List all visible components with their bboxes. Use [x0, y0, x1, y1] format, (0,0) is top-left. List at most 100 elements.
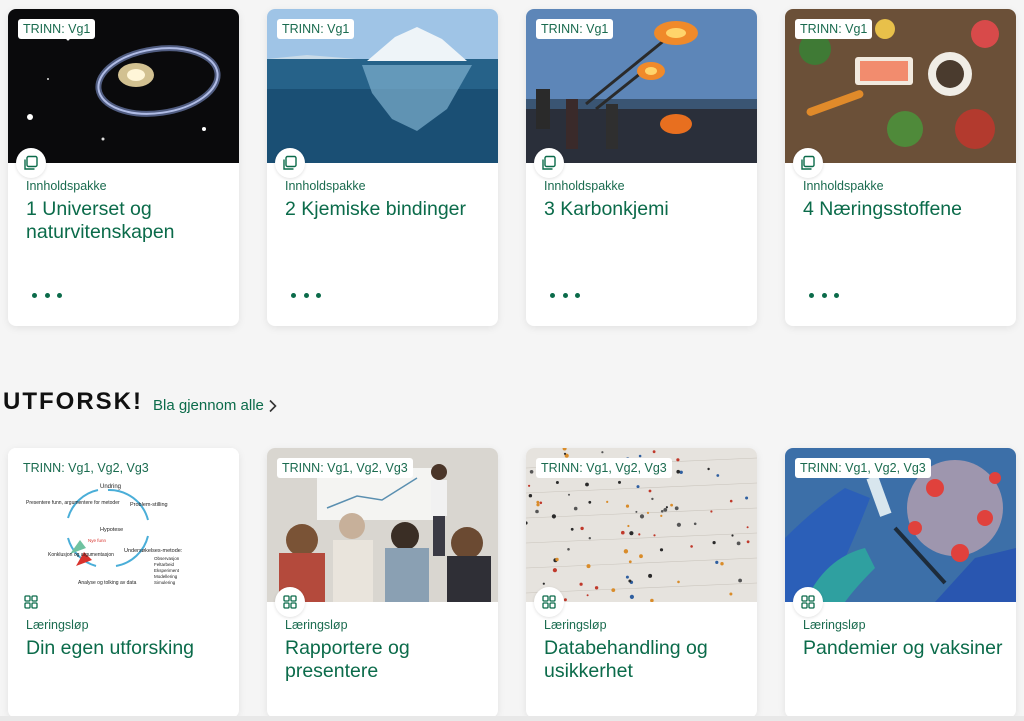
- chevron-right-icon: [269, 399, 277, 412]
- content-card-nutrients[interactable]: TRINN: Vg1 Innholdspakke 4 Næringsstoffe…: [785, 9, 1016, 326]
- card-type-label: Læringsløp: [803, 618, 866, 632]
- crowd-person-dot: [628, 560, 632, 564]
- crowd-person-dot: [536, 503, 540, 507]
- crowd-person-dot: [606, 500, 609, 503]
- diagram-bottom-right-label: Undersøkelses-metode:: [124, 548, 183, 554]
- crowd-person-dot: [648, 573, 653, 578]
- content-package-icon: [275, 148, 305, 178]
- crowd-person-dot: [736, 541, 741, 546]
- crowd-person-dot: [710, 510, 713, 513]
- crowd-person-dot: [528, 494, 533, 498]
- crowd-person-dot: [601, 451, 604, 454]
- level-tag: TRINN: Vg1, Vg2, Vg3: [18, 458, 154, 478]
- section-heading: UTFORSK!: [3, 388, 143, 415]
- learning-path-card-pandemics[interactable]: TRINN: Vg1, Vg2, Vg3 Læringsløp Pandemie…: [785, 448, 1016, 718]
- card-type-label: Læringsløp: [26, 618, 89, 632]
- diagram-arrow-label: Nye funn: [88, 538, 107, 543]
- crowd-person-dot: [677, 580, 680, 584]
- card-title[interactable]: Rapportere og presentere: [285, 637, 485, 683]
- content-package-icon: [16, 148, 46, 178]
- card-title[interactable]: Pandemier og vaksiner: [803, 637, 1003, 660]
- crowd-person-dot: [528, 484, 531, 487]
- level-tag: TRINN: Vg1, Vg2, Vg3: [536, 458, 672, 478]
- card-title[interactable]: Databehandling og usikkerhet: [544, 637, 744, 683]
- card-title[interactable]: Din egen utforsking: [26, 637, 226, 660]
- crowd-person-dot: [690, 545, 693, 548]
- content-card-chemical-bonds[interactable]: TRINN: Vg1 Innholdspakke 2 Kjemiske bind…: [267, 9, 498, 326]
- crowd-person-dot: [716, 474, 720, 477]
- card-type-label: Innholdspakke: [803, 179, 884, 193]
- content-package-icon: [793, 148, 823, 178]
- crowd-person-dot: [653, 534, 656, 537]
- crowd-person-dot: [539, 501, 543, 505]
- learning-path-icon: [534, 587, 564, 617]
- crowd-person-dot: [639, 514, 645, 519]
- crowd-person-dot: [568, 493, 570, 496]
- card-title[interactable]: 4 Næringsstoffene: [803, 198, 1003, 221]
- learning-path-card-data-handling[interactable]: TRINN: Vg1, Vg2, Vg3 Læringsløp Databeha…: [526, 448, 757, 718]
- crowd-person-dot: [555, 481, 559, 484]
- crowd-person-dot: [638, 454, 642, 458]
- crowd-person-dot: [552, 568, 557, 573]
- crowd-person-dot: [542, 582, 545, 585]
- crowd-person-dot: [627, 524, 630, 528]
- learning-path-card-report[interactable]: TRINN: Vg1, Vg2, Vg3 Læringsløp Rapporte…: [267, 448, 498, 718]
- crowd-person-dot: [745, 496, 749, 500]
- level-tag: TRINN: Vg1, Vg2, Vg3: [277, 458, 413, 478]
- more-options-button[interactable]: [809, 287, 839, 303]
- crowd-person-dot: [636, 485, 640, 489]
- browse-all-link[interactable]: Bla gjennom alle: [153, 397, 278, 414]
- bottom-divider: [0, 716, 1024, 721]
- more-options-button[interactable]: [291, 287, 321, 303]
- crowd-person-dot: [746, 540, 750, 544]
- diagram-list-item: Observasjon: [154, 556, 180, 561]
- crowd-person-dot: [746, 526, 749, 529]
- crowd-person-dot: [529, 470, 534, 474]
- crowd-person-dot: [639, 554, 643, 559]
- diagram-right-label: Problem-stilling: [130, 502, 168, 508]
- more-options-button[interactable]: [550, 287, 580, 303]
- level-tag: TRINN: Vg1: [536, 19, 614, 39]
- diagram-list-item: Modellering: [154, 574, 178, 579]
- crowd-person-dot: [588, 537, 591, 540]
- content-card-universe[interactable]: TRINN: Vg1 Innholdspakke 1 Universet og …: [8, 9, 239, 326]
- card-title[interactable]: 2 Kjemiske bindinger: [285, 198, 485, 221]
- crowd-person-dot: [676, 522, 681, 527]
- crowd-person-dot: [570, 527, 574, 531]
- more-options-button[interactable]: [32, 287, 62, 303]
- crowd-person-dot: [536, 500, 540, 504]
- crowd-person-dot: [707, 467, 710, 471]
- content-card-carbon-chemistry[interactable]: TRINN: Vg1 Innholdspakke 3 Karbonkjemi: [526, 9, 757, 326]
- crowd-person-dot: [646, 511, 650, 514]
- crowd-person-dot: [659, 548, 664, 552]
- card-type-label: Innholdspakke: [26, 179, 107, 193]
- crowd-person-dot: [731, 534, 734, 537]
- crowd-person-dot: [676, 469, 680, 474]
- learning-path-card-own-inquiry[interactable]: Undring Problem-stilling Hypotese Unders…: [8, 448, 239, 718]
- crowd-person-dot: [663, 508, 668, 512]
- diagram-top-left-label: Presentere funn, argumentere for metoder: [26, 500, 120, 506]
- diagram-list-item: Simulering: [154, 580, 176, 585]
- crowd-person-dot: [629, 531, 634, 536]
- card-title[interactable]: 1 Universet og naturvitenskapen: [26, 198, 226, 244]
- crowd-person-dot: [729, 592, 733, 596]
- crowd-person-dot: [715, 560, 719, 564]
- crowd-person-dot: [555, 557, 559, 562]
- crowd-person-dot: [660, 510, 664, 513]
- browse-all-label: Bla gjennom alle: [153, 397, 264, 414]
- crowd-person-dot: [573, 506, 578, 511]
- card-type-label: Læringsløp: [544, 618, 607, 632]
- crowd-person-dot: [648, 489, 652, 493]
- crowd-person-dot: [674, 506, 679, 511]
- crowd-person-dot: [580, 526, 584, 531]
- crowd-person-dot: [567, 548, 570, 551]
- crowd-person-dot: [579, 582, 583, 586]
- diagram-left-label: Konklusjon og argumentasjon: [48, 552, 114, 558]
- crowd-person-dot: [551, 514, 556, 519]
- crowd-person-dot: [623, 549, 629, 554]
- card-title[interactable]: 3 Karbonkjemi: [544, 198, 744, 221]
- level-tag: TRINN: Vg1, Vg2, Vg3: [795, 458, 931, 478]
- crowd-person-dot: [660, 514, 663, 517]
- crowd-person-dot: [738, 578, 742, 583]
- crowd-person-dot: [629, 594, 634, 599]
